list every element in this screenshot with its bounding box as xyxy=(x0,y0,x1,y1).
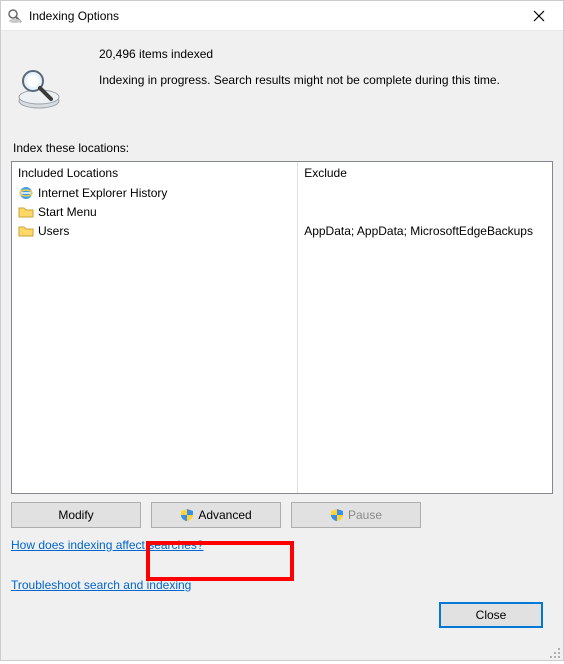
titlebar: Indexing Options xyxy=(1,1,563,31)
locations-listview[interactable]: Included Locations Internet Explorer His… xyxy=(11,161,553,494)
action-buttons: Modify Advanced Pause xyxy=(11,502,553,528)
exclude-header[interactable]: Exclude xyxy=(304,166,546,180)
exclude-cell xyxy=(304,203,546,221)
exclude-column: Exclude AppData; AppData; MicrosoftEdgeB… xyxy=(298,162,552,493)
indexing-progress-message: Indexing in progress. Search results mig… xyxy=(99,73,500,87)
magnifier-drive-icon xyxy=(15,63,63,111)
dialog-body: 20,496 items indexed Indexing in progres… xyxy=(1,31,563,660)
troubleshoot-link[interactable]: Troubleshoot search and indexing xyxy=(11,578,553,592)
button-label: Advanced xyxy=(198,508,251,522)
close-button[interactable]: Close xyxy=(439,602,543,628)
list-item-label: Internet Explorer History xyxy=(38,186,167,200)
resize-grip[interactable] xyxy=(549,646,561,658)
locations-label: Index these locations: xyxy=(13,141,553,155)
ie-icon xyxy=(18,185,34,201)
list-item[interactable]: Users xyxy=(18,222,291,240)
close-icon xyxy=(533,10,545,22)
shield-icon xyxy=(180,508,194,522)
advanced-button[interactable]: Advanced xyxy=(151,502,281,528)
included-header[interactable]: Included Locations xyxy=(18,166,291,180)
list-item-label: Start Menu xyxy=(38,205,97,219)
status-text: 20,496 items indexed Indexing in progres… xyxy=(99,47,500,111)
pause-button[interactable]: Pause xyxy=(291,502,421,528)
folder-icon xyxy=(18,204,34,220)
button-label: Close xyxy=(476,608,507,622)
window-title: Indexing Options xyxy=(29,9,519,23)
indexing-options-dialog: Indexing Options 20,496 items indexed In… xyxy=(0,0,564,661)
included-column: Included Locations Internet Explorer His… xyxy=(12,162,298,493)
app-icon xyxy=(7,8,23,24)
exclude-cell: AppData; AppData; MicrosoftEdgeBackups xyxy=(304,222,546,240)
folder-icon xyxy=(18,223,34,239)
list-item[interactable]: Internet Explorer History xyxy=(18,184,291,202)
list-item[interactable]: Start Menu xyxy=(18,203,291,221)
list-item-label: Users xyxy=(38,224,69,238)
status-section: 20,496 items indexed Indexing in progres… xyxy=(11,47,553,111)
footer: Close xyxy=(11,596,553,638)
button-label: Modify xyxy=(58,508,93,522)
button-label: Pause xyxy=(348,508,382,522)
how-indexing-link[interactable]: How does indexing affect searches? xyxy=(11,538,553,552)
items-indexed-count: 20,496 items indexed xyxy=(99,47,500,61)
modify-button[interactable]: Modify xyxy=(11,502,141,528)
close-window-button[interactable] xyxy=(519,2,559,30)
exclude-cell xyxy=(304,184,546,202)
shield-icon xyxy=(330,508,344,522)
